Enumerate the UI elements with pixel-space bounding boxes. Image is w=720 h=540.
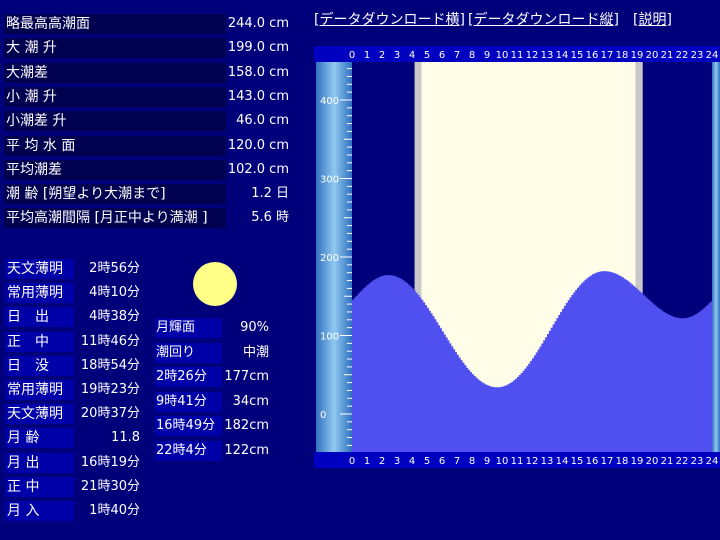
hour-label: 14 [556,50,569,61]
y-tick-label: 0 [320,410,326,421]
hour-label: 11 [511,456,524,467]
y-tick-label: 200 [320,253,339,264]
hour-label: 18 [616,50,629,61]
hour-label: 10 [496,50,509,61]
hour-label: 12 [526,50,539,61]
hour-label: 19 [631,50,644,61]
y-tick-label: 300 [320,175,339,186]
hour-label: 16 [586,50,599,61]
hour-label: 1 [364,456,370,467]
hour-label: 24 [706,50,719,61]
hour-label: 3 [394,456,400,467]
depth-ruler-right [712,62,720,452]
hour-label: 3 [394,50,400,61]
hour-label: 2 [379,456,385,467]
hour-label: 7 [454,456,460,467]
hour-label: 12 [526,456,539,467]
hour-label: 15 [571,50,584,61]
hour-label: 0 [349,50,355,61]
hour-label: 18 [616,456,629,467]
hour-label: 5 [424,50,430,61]
y-tick-label: 400 [320,96,339,107]
hour-label: 6 [439,50,445,61]
hour-label: 13 [541,50,554,61]
hour-label: 20 [646,456,659,467]
hour-label: 9 [484,456,490,467]
hour-label: 20 [646,50,659,61]
hour-label: 21 [661,456,674,467]
hour-label: 24 [706,456,719,467]
hour-label: 8 [469,456,475,467]
hour-label: 13 [541,456,554,467]
hour-label: 22 [676,456,689,467]
y-tick-label: 100 [320,332,339,343]
hour-label: 15 [571,456,584,467]
hour-label: 4 [409,50,415,61]
hour-label: 0 [349,456,355,467]
hour-label: 23 [691,50,704,61]
hour-label: 5 [424,456,430,467]
tide-chart: 0100200300400 00112233445566778899101011… [314,46,720,468]
hour-label: 17 [601,50,614,61]
hour-label: 21 [661,50,674,61]
hour-label: 19 [631,456,644,467]
hour-label: 23 [691,456,704,467]
hour-label: 10 [496,456,509,467]
hour-label: 6 [439,456,445,467]
hour-label: 4 [409,456,415,467]
hour-label: 17 [601,456,614,467]
hour-label: 1 [364,50,370,61]
hour-label: 11 [511,50,524,61]
hour-label: 22 [676,50,689,61]
hour-label: 2 [379,50,385,61]
hour-label: 8 [469,50,475,61]
hour-label: 16 [586,456,599,467]
hour-label: 7 [454,50,460,61]
hour-label: 14 [556,456,569,467]
hour-label: 9 [484,50,490,61]
